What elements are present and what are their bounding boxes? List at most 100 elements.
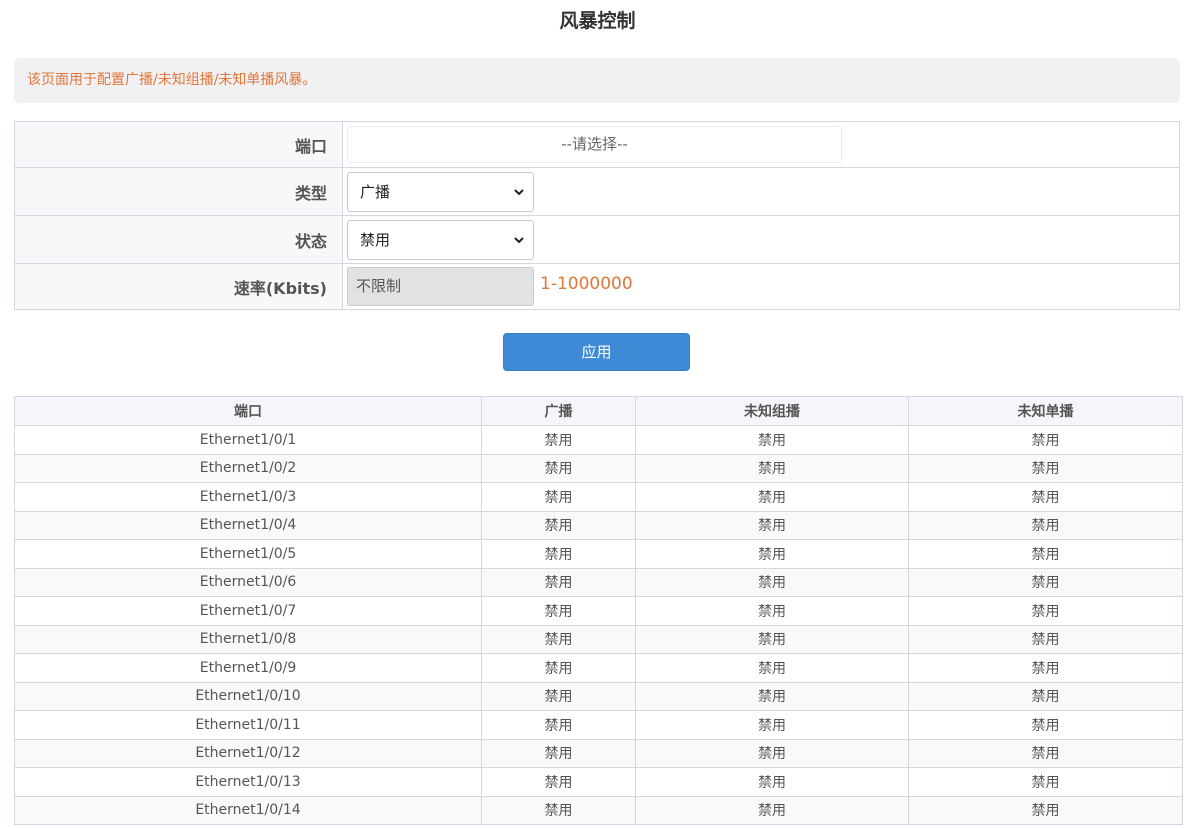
cell-unknown-unicast: 禁用 bbox=[908, 653, 1183, 683]
form-row-status: 状态 禁用 bbox=[14, 215, 1180, 264]
cell-port: Ethernet1/0/11 bbox=[14, 710, 482, 740]
cell-broadcast: 禁用 bbox=[481, 653, 636, 683]
cell-broadcast: 禁用 bbox=[481, 567, 636, 597]
port-select[interactable]: --请选择-- bbox=[347, 126, 842, 163]
header-port: 端口 bbox=[14, 396, 482, 426]
table-row[interactable]: Ethernet1/0/13 禁用 禁用 禁用 bbox=[14, 767, 1183, 797]
table-row[interactable]: Ethernet1/0/11 禁用 禁用 禁用 bbox=[14, 710, 1183, 740]
cell-broadcast: 禁用 bbox=[481, 681, 636, 711]
table-header-row: 端口 广播 未知组播 未知单播 bbox=[14, 396, 1183, 426]
table-row[interactable]: Ethernet1/0/7 禁用 禁用 禁用 bbox=[14, 596, 1183, 626]
cell-broadcast: 禁用 bbox=[481, 510, 636, 540]
config-form: 端口 --请选择-- 类型 广播 状态 禁用 速率(Kbits) 不限制 1-1… bbox=[14, 121, 1180, 310]
status-select-value: 禁用 bbox=[360, 230, 391, 249]
header-unknown-unicast: 未知单播 bbox=[908, 396, 1183, 426]
cell-broadcast: 禁用 bbox=[481, 453, 636, 483]
cell-unknown-multicast: 禁用 bbox=[635, 567, 909, 597]
cell-unknown-unicast: 禁用 bbox=[908, 596, 1183, 626]
cell-unknown-multicast: 禁用 bbox=[635, 767, 909, 797]
cell-unknown-unicast: 禁用 bbox=[908, 710, 1183, 740]
cell-broadcast: 禁用 bbox=[481, 596, 636, 626]
table-row[interactable]: Ethernet1/0/6 禁用 禁用 禁用 bbox=[14, 567, 1183, 597]
cell-unknown-unicast: 禁用 bbox=[908, 453, 1183, 483]
cell-broadcast: 禁用 bbox=[481, 795, 636, 825]
cell-port: Ethernet1/0/10 bbox=[14, 681, 482, 711]
cell-broadcast: 禁用 bbox=[481, 710, 636, 740]
table-body: Ethernet1/0/1 禁用 禁用 禁用 Ethernet1/0/2 禁用 禁用 禁用 Et… bbox=[14, 425, 1183, 825]
form-row-type: 类型 广播 bbox=[14, 167, 1180, 216]
cell-unknown-multicast: 禁用 bbox=[635, 795, 909, 825]
cell-port: Ethernet1/0/4 bbox=[14, 510, 482, 540]
rate-input[interactable]: 不限制 bbox=[347, 267, 534, 306]
rate-field-cell: 不限制 1-1000000 bbox=[342, 263, 1180, 310]
type-select-value: 广播 bbox=[360, 182, 391, 201]
cell-unknown-multicast: 禁用 bbox=[635, 738, 909, 768]
status-select[interactable]: 禁用 bbox=[347, 219, 534, 260]
cell-unknown-unicast: 禁用 bbox=[908, 482, 1183, 512]
table-row[interactable]: Ethernet1/0/2 禁用 禁用 禁用 bbox=[14, 453, 1183, 483]
cell-port: Ethernet1/0/5 bbox=[14, 539, 482, 569]
port-label: 端口 bbox=[14, 121, 343, 168]
cell-broadcast: 禁用 bbox=[481, 624, 636, 654]
apply-button[interactable]: 应用 bbox=[503, 333, 690, 371]
table-row[interactable]: Ethernet1/0/8 禁用 禁用 禁用 bbox=[14, 624, 1183, 654]
type-field-cell: 广播 bbox=[342, 167, 1180, 216]
page-title: 风暴控制 bbox=[559, 10, 636, 32]
chevron-down-icon bbox=[514, 188, 524, 195]
table-row[interactable]: Ethernet1/0/12 禁用 禁用 禁用 bbox=[14, 738, 1183, 768]
cell-unknown-multicast: 禁用 bbox=[635, 453, 909, 483]
form-row-port: 端口 --请选择-- bbox=[14, 121, 1180, 168]
table-row[interactable]: Ethernet1/0/10 禁用 禁用 禁用 bbox=[14, 681, 1183, 711]
cell-broadcast: 禁用 bbox=[481, 767, 636, 797]
cell-port: Ethernet1/0/14 bbox=[14, 795, 482, 825]
cell-unknown-multicast: 禁用 bbox=[635, 710, 909, 740]
cell-unknown-unicast: 禁用 bbox=[908, 795, 1183, 825]
cell-unknown-unicast: 禁用 bbox=[908, 767, 1183, 797]
info-notice: 该页面用于配置广播/未知组播/未知单播风暴。 bbox=[14, 58, 1180, 103]
header-broadcast: 广播 bbox=[481, 396, 636, 426]
cell-broadcast: 禁用 bbox=[481, 425, 636, 455]
cell-port: Ethernet1/0/12 bbox=[14, 738, 482, 768]
cell-unknown-unicast: 禁用 bbox=[908, 738, 1183, 768]
cell-unknown-multicast: 禁用 bbox=[635, 681, 909, 711]
table-row[interactable]: Ethernet1/0/4 禁用 禁用 禁用 bbox=[14, 510, 1183, 540]
cell-unknown-unicast: 禁用 bbox=[908, 510, 1183, 540]
table-row[interactable]: Ethernet1/0/1 禁用 禁用 禁用 bbox=[14, 425, 1183, 455]
table-row[interactable]: Ethernet1/0/5 禁用 禁用 禁用 bbox=[14, 539, 1183, 569]
cell-port: Ethernet1/0/2 bbox=[14, 453, 482, 483]
cell-port: Ethernet1/0/9 bbox=[14, 653, 482, 683]
cell-broadcast: 禁用 bbox=[481, 738, 636, 768]
cell-broadcast: 禁用 bbox=[481, 482, 636, 512]
cell-port: Ethernet1/0/7 bbox=[14, 596, 482, 626]
cell-unknown-multicast: 禁用 bbox=[635, 539, 909, 569]
rate-wrap: 不限制 1-1000000 bbox=[347, 267, 1179, 306]
cell-broadcast: 禁用 bbox=[481, 539, 636, 569]
table-row[interactable]: Ethernet1/0/14 禁用 禁用 禁用 bbox=[14, 795, 1183, 825]
cell-unknown-multicast: 禁用 bbox=[635, 653, 909, 683]
type-select[interactable]: 广播 bbox=[347, 171, 534, 212]
chevron-down-icon bbox=[514, 236, 524, 243]
cell-unknown-multicast: 禁用 bbox=[635, 482, 909, 512]
table-row[interactable]: Ethernet1/0/3 禁用 禁用 禁用 bbox=[14, 482, 1183, 512]
form-row-rate: 速率(Kbits) 不限制 1-1000000 bbox=[14, 263, 1180, 310]
cell-unknown-unicast: 禁用 bbox=[908, 425, 1183, 455]
rate-range-hint: 1-1000000 bbox=[540, 273, 633, 294]
rate-label: 速率(Kbits) bbox=[14, 263, 343, 310]
cell-port: Ethernet1/0/13 bbox=[14, 767, 482, 797]
status-field-cell: 禁用 bbox=[342, 215, 1180, 264]
storm-control-page: 风暴控制 该页面用于配置广播/未知组播/未知单播风暴。 端口 --请选择-- 类… bbox=[0, 0, 1195, 828]
cell-unknown-multicast: 禁用 bbox=[635, 596, 909, 626]
cell-unknown-multicast: 禁用 bbox=[635, 425, 909, 455]
cell-port: Ethernet1/0/1 bbox=[14, 425, 482, 455]
cell-port: Ethernet1/0/3 bbox=[14, 482, 482, 512]
table-row[interactable]: Ethernet1/0/9 禁用 禁用 禁用 bbox=[14, 653, 1183, 683]
header-unknown-multicast: 未知组播 bbox=[635, 396, 909, 426]
storm-status-table: 端口 广播 未知组播 未知单播 Ethernet1/0/1 禁用 禁用 禁用 Ether… bbox=[14, 396, 1183, 825]
cell-unknown-unicast: 禁用 bbox=[908, 567, 1183, 597]
port-field-cell: --请选择-- bbox=[342, 121, 1180, 168]
cell-unknown-multicast: 禁用 bbox=[635, 510, 909, 540]
cell-unknown-unicast: 禁用 bbox=[908, 681, 1183, 711]
cell-port: Ethernet1/0/6 bbox=[14, 567, 482, 597]
cell-unknown-unicast: 禁用 bbox=[908, 624, 1183, 654]
cell-unknown-unicast: 禁用 bbox=[908, 539, 1183, 569]
